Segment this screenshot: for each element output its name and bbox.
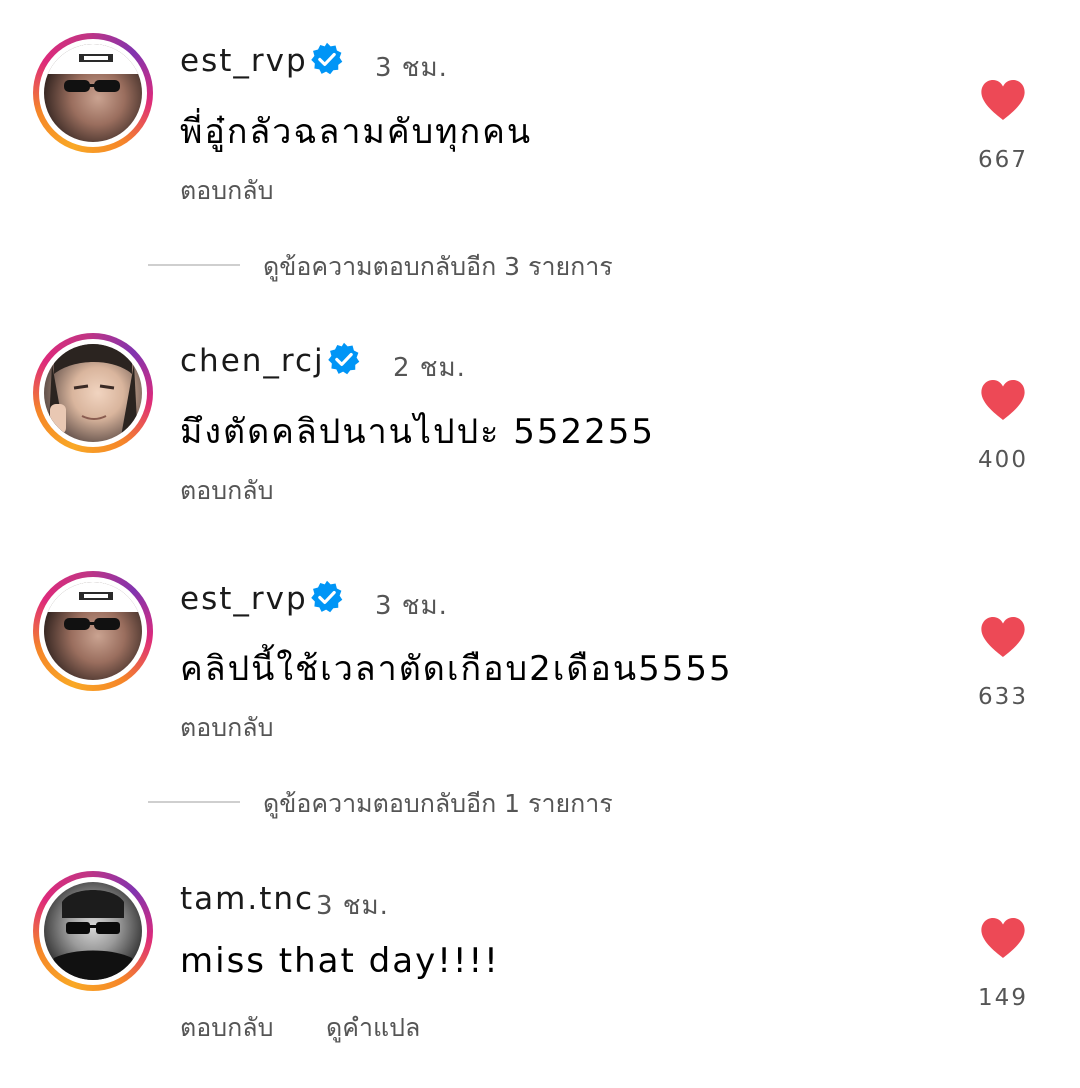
comment-text: คลิปนี้ใช้เวลาตัดเกือบ2เดือน5555 xyxy=(180,649,733,689)
comment-time: 3 ชม. xyxy=(375,53,448,83)
reply-button[interactable]: ตอบกลับ xyxy=(180,1008,273,1048)
comment-time: 3 ชม. xyxy=(375,591,448,621)
like-count: 149 xyxy=(978,985,1028,1011)
see-translation-button[interactable]: ดูคำแปล xyxy=(326,1008,420,1048)
divider xyxy=(148,801,240,803)
verified-badge-icon xyxy=(311,580,343,613)
heart-filled-icon[interactable] xyxy=(979,378,1027,422)
comment-time: 3 ชม. xyxy=(316,891,389,921)
comment-time: 2 ชม. xyxy=(393,353,466,383)
avatar[interactable] xyxy=(33,871,153,991)
reply-button[interactable]: ตอบกลับ xyxy=(180,471,273,511)
view-more-replies-label: ดูข้อความตอบกลับอีก 1 รายการ xyxy=(263,789,613,818)
heart-filled-icon[interactable] xyxy=(979,916,1027,960)
comment-text: มึงตัดคลิปนานไปปะ 552255 xyxy=(180,412,656,452)
avatar[interactable] xyxy=(33,333,153,453)
verified-badge-icon xyxy=(328,342,360,375)
heart-filled-icon[interactable] xyxy=(979,78,1027,122)
view-more-replies-button[interactable]: ดูข้อความตอบกลับอีก 1 รายการ xyxy=(148,784,748,820)
like-count: 400 xyxy=(978,447,1028,473)
comment-text: พี่อู๋กลัวฉลามคับทุกคน xyxy=(180,112,533,152)
comment-username[interactable]: est_rvp xyxy=(180,581,308,617)
divider xyxy=(148,264,240,266)
comment-text: miss that day!!!! xyxy=(180,941,500,981)
reply-button[interactable]: ตอบกลับ xyxy=(180,171,273,211)
heart-filled-icon[interactable] xyxy=(979,615,1027,659)
avatar[interactable] xyxy=(33,33,153,153)
comment-username[interactable]: chen_rcj xyxy=(180,343,325,379)
verified-badge-icon xyxy=(311,42,343,75)
avatar[interactable] xyxy=(33,571,153,691)
like-count: 633 xyxy=(978,684,1028,710)
like-count: 667 xyxy=(978,147,1028,173)
reply-button[interactable]: ตอบกลับ xyxy=(180,708,273,748)
comment-username[interactable]: tam.tnc xyxy=(180,881,314,917)
comment-username[interactable]: est_rvp xyxy=(180,43,308,79)
view-more-replies-label: ดูข้อความตอบกลับอีก 3 รายการ xyxy=(263,252,613,281)
view-more-replies-button[interactable]: ดูข้อความตอบกลับอีก 3 รายการ xyxy=(148,247,748,283)
